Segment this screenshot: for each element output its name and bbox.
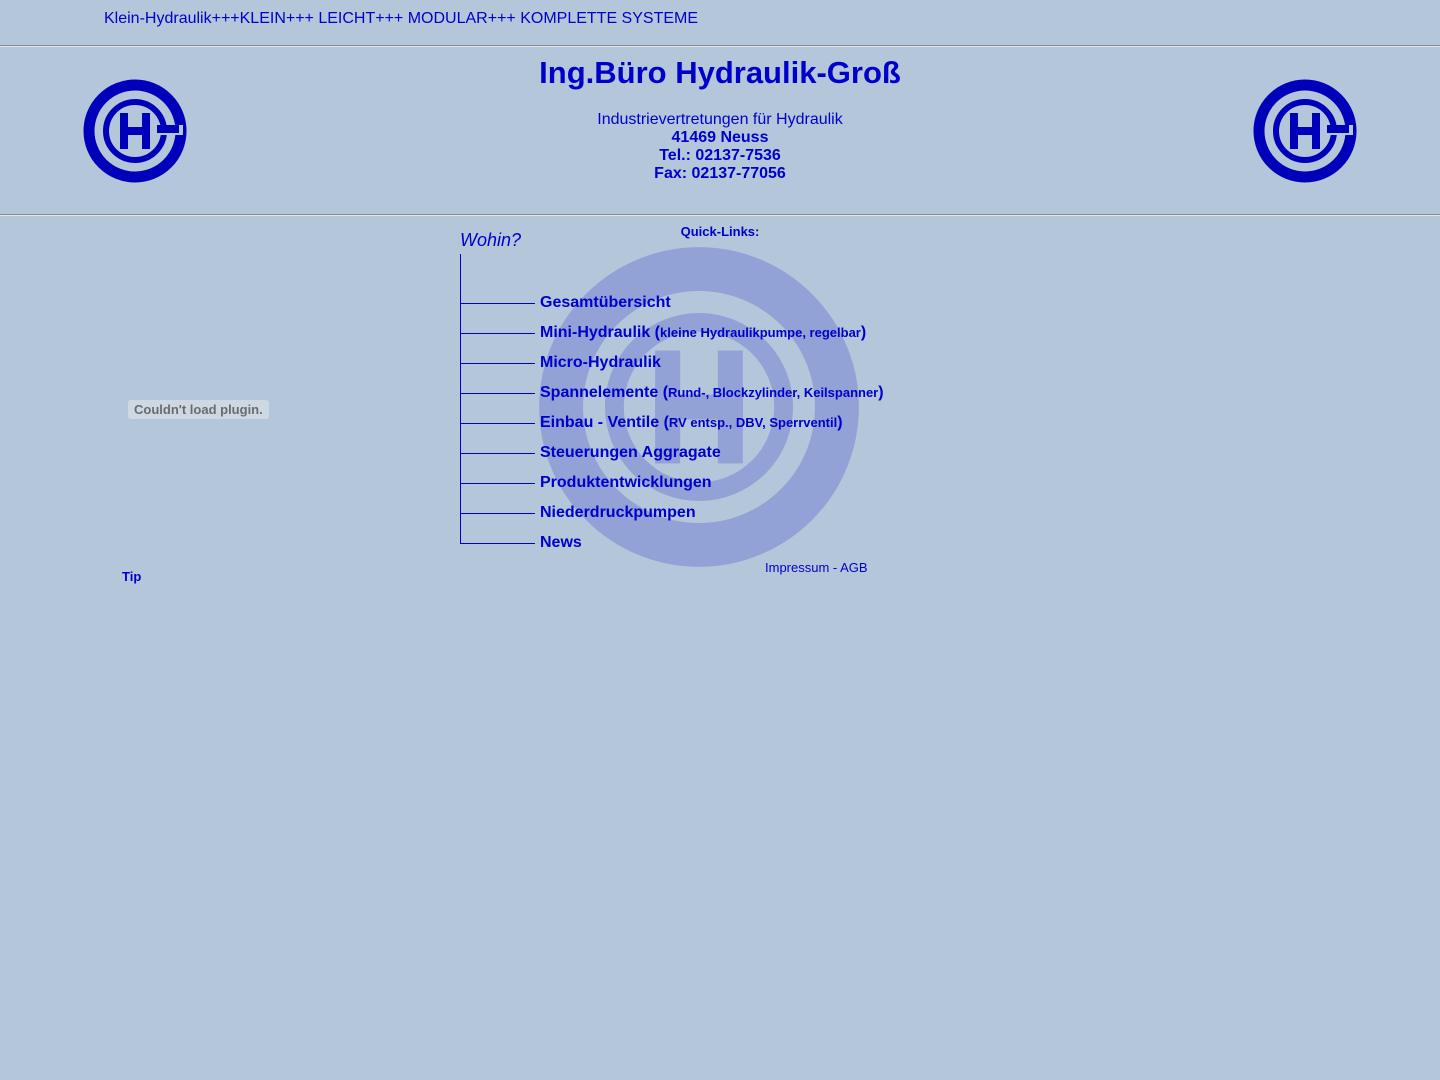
nav-link-mini-hydraulik[interactable]: Mini-Hydraulik (kleine Hydraulikpumpe, r… <box>540 323 866 343</box>
nav-tree-branch <box>460 483 535 484</box>
nav-link-produktentwicklungen[interactable]: Produktentwicklungen <box>540 473 712 493</box>
nav-link-steuerungen-aggragate[interactable]: Steuerungen Aggragate <box>540 443 721 463</box>
company-city: 41469 Neuss <box>671 129 769 146</box>
nav-link-micro-hydraulik[interactable]: Micro-Hydraulik <box>540 353 661 373</box>
nav-link-niederdruckpumpen[interactable]: Niederdruckpumpen <box>540 503 696 523</box>
nav-link-spannelemente[interactable]: Spannelemente (Rund-, Blockzylinder, Kei… <box>540 383 884 403</box>
nav-link-gesamtuebersicht[interactable]: Gesamtübersicht <box>540 293 671 313</box>
page-title: Ing.Büro Hydraulik-Groß <box>539 55 901 90</box>
wohin-label: Wohin? <box>460 230 522 250</box>
nav-tree-branch <box>460 453 535 454</box>
company-subtitle: Industrievertretungen für Hydraulik <box>597 111 843 128</box>
impressum-link[interactable]: Impressum <box>765 560 829 575</box>
divider-bottom <box>0 214 1440 216</box>
nav-tree-trunk <box>460 254 461 544</box>
company-header: Ing.Büro Hydraulik-Groß Industrievertret… <box>420 55 1020 183</box>
nav-tree-branch <box>460 333 535 334</box>
marquee-ticker: Klein-Hydraulik+++KLEIN+++ LEICHT+++ MOD… <box>104 10 699 27</box>
nav-tree-branch <box>460 363 535 364</box>
nav-tree-branch <box>460 393 535 394</box>
plugin-error-message: Couldn't load plugin. <box>128 400 269 419</box>
footer-separator: - <box>829 560 841 575</box>
company-phone: Tel.: 02137-7536 <box>659 147 781 164</box>
nav-tree-branch <box>460 513 535 514</box>
tip-link[interactable]: Tip <box>122 569 141 584</box>
nav-tree-branch <box>460 303 535 304</box>
nav-tree-branch <box>460 543 535 544</box>
nav-link-news[interactable]: News <box>540 533 582 553</box>
divider-top <box>0 45 1440 47</box>
nav-tree-branch <box>460 423 535 424</box>
hg-logo-icon <box>1253 79 1357 183</box>
quick-links-heading: Quick-Links: <box>680 224 760 239</box>
footer-links: Impressum - AGB <box>765 560 868 575</box>
nav-link-einbau-ventile[interactable]: Einbau - Ventile (RV entsp., DBV, Sperrv… <box>540 413 843 433</box>
hg-logo-icon <box>83 79 187 183</box>
agb-link[interactable]: AGB <box>840 560 867 575</box>
company-fax: Fax: 02137-77056 <box>654 165 786 182</box>
